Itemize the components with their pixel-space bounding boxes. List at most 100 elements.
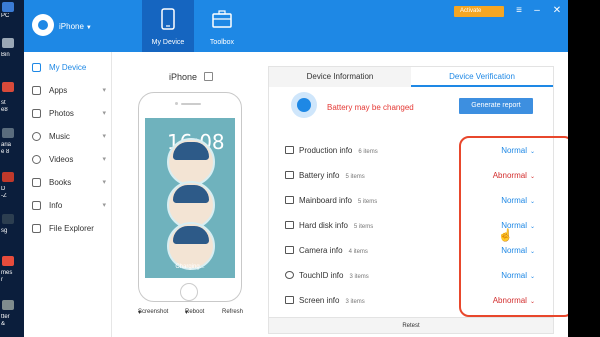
desktop-label: aria — [1, 142, 12, 148]
tab-toolbox-label: Toolbox — [209, 39, 235, 46]
app-logo-icon — [32, 14, 54, 36]
app-window: iPhone ▼ My Device Toolbox Activate ≡ – ✕… — [24, 0, 574, 337]
phone-icon — [161, 8, 175, 30]
sidebar-item-videos[interactable]: Videos ▾ — [24, 150, 112, 170]
desktop-app-icon[interactable] — [2, 82, 14, 92]
desktop-label: e8 — [1, 107, 8, 113]
device-selector[interactable]: iPhone ▼ — [59, 22, 92, 31]
sidebar-item-apps[interactable]: Apps ▾ — [24, 81, 112, 101]
caret-down-icon: ▼ — [85, 25, 92, 31]
desktop-label: D — [1, 186, 6, 192]
sidebar-item-info[interactable]: Info ▾ — [24, 196, 112, 216]
row-name: Production info — [299, 146, 353, 155]
row-count: 4 items — [348, 249, 368, 255]
books-icon — [32, 178, 41, 187]
row-count: 3 items — [349, 274, 369, 280]
hard-disk-icon — [285, 221, 294, 229]
sidebar-item-label: Music — [49, 132, 70, 141]
verification-status: Battery may be changed Generate report — [269, 89, 553, 129]
edit-icon[interactable] — [204, 72, 213, 81]
desktop-app-icon[interactable] — [2, 172, 14, 182]
hat-shape — [173, 226, 209, 244]
device-title: iPhone — [169, 72, 198, 82]
refresh-button[interactable]: Refresh — [222, 309, 243, 315]
desktop-pc-icon[interactable] — [2, 2, 14, 12]
row-count: 5 items — [345, 174, 365, 180]
mainboard-icon — [285, 196, 294, 204]
videos-icon — [32, 155, 41, 164]
close-icon[interactable]: ✕ — [550, 4, 564, 18]
row-count: 6 items — [358, 149, 378, 155]
tools-icon — [285, 146, 294, 154]
screen-icon — [285, 296, 294, 304]
sidebar-item-books[interactable]: Books ▾ — [24, 173, 112, 193]
chevron-down-icon: ▾ — [102, 87, 106, 94]
sidebar-item-file-explorer[interactable]: File Explorer — [24, 219, 112, 239]
tab-device-information[interactable]: Device Information — [269, 67, 411, 87]
hat-shape — [173, 185, 209, 203]
menu-icon[interactable]: ≡ — [512, 4, 526, 18]
charging-text: Charging... — [175, 264, 205, 270]
desktop-app-icon[interactable] — [2, 300, 14, 310]
desktop-label: -Z — [1, 193, 7, 199]
sidebar-item-label: Videos — [49, 155, 74, 164]
desktop-label: tter — [1, 314, 10, 320]
chevron-down-icon: ▾ — [102, 202, 106, 209]
alert-icon — [291, 92, 317, 118]
chevron-down-icon: ▾ — [102, 156, 106, 163]
row-count: 5 items — [353, 224, 374, 230]
toolbox-icon — [212, 10, 232, 28]
desktop-app-icon[interactable] — [2, 128, 14, 138]
desktop-label: st — [1, 100, 6, 106]
phone-screen: 16:08 Charging... — [145, 118, 235, 278]
row-name: Screen info — [299, 296, 340, 305]
home-button — [180, 283, 198, 301]
desktop-label: r — [1, 277, 3, 283]
phone-icon — [32, 63, 41, 72]
sidebar-item-label: My Device — [49, 63, 87, 72]
chevron-down-icon: ▾ — [102, 110, 106, 117]
tab-my-device[interactable]: My Device — [142, 0, 194, 52]
music-icon — [32, 132, 41, 141]
camera-icon — [285, 246, 294, 254]
status-message: Battery may be changed — [327, 103, 414, 112]
desktop-label: e 8 — [1, 149, 10, 155]
desktop-app-icon[interactable] — [2, 256, 14, 266]
fingerprint-icon — [285, 271, 294, 279]
retest-button[interactable]: Retest — [269, 317, 553, 333]
sidebar-item-label: Apps — [49, 86, 68, 95]
chevron-down-icon: ▾ — [102, 133, 106, 140]
sidebar-item-label: File Explorer — [49, 224, 94, 233]
phone-preview: 16:08 Charging... — [138, 92, 242, 302]
chevron-down-icon: ▾ — [185, 310, 189, 316]
activate-button[interactable]: Activate — [454, 6, 504, 17]
sidebar-item-music[interactable]: Music ▾ — [24, 127, 112, 147]
desktop-recycle-bin-icon[interactable] — [2, 38, 14, 48]
info-icon — [32, 201, 41, 210]
minimize-icon[interactable]: – — [530, 4, 544, 18]
desktop-label: PC — [1, 13, 10, 19]
speaker-slot — [181, 103, 201, 105]
chevron-down-icon: ▾ — [138, 310, 142, 316]
wallpaper-photo — [167, 222, 215, 270]
title-bar: iPhone ▼ My Device Toolbox Activate ≡ – ✕ — [24, 0, 568, 52]
panel-tabs: Device Information Device Verification — [269, 67, 553, 87]
wallpaper-photo — [167, 138, 215, 186]
row-name: TouchID info — [299, 271, 344, 280]
desktop-app-icon[interactable] — [2, 214, 14, 224]
desktop-label: mes — [1, 270, 13, 276]
row-count: 3 items — [345, 299, 365, 305]
sidebar-item-photos[interactable]: Photos ▾ — [24, 104, 112, 124]
row-count: 5 items — [357, 199, 378, 205]
tab-device-verification[interactable]: Device Verification — [411, 67, 553, 87]
status-highlight-annotation — [459, 136, 574, 317]
camera-dot — [175, 102, 178, 105]
row-name: Hard disk info — [299, 221, 348, 230]
desktop-strip: PC Bin st e8 aria e 8 D -Z sg mes r tter… — [0, 0, 24, 337]
hat-shape — [173, 142, 209, 160]
sidebar-item-my-device[interactable]: My Device — [24, 58, 112, 78]
tab-toolbox[interactable]: Toolbox — [196, 0, 248, 52]
mouse-cursor-icon: ☝ — [498, 228, 513, 242]
desktop-label: sg — [1, 228, 8, 234]
generate-report-button[interactable]: Generate report — [459, 98, 533, 114]
